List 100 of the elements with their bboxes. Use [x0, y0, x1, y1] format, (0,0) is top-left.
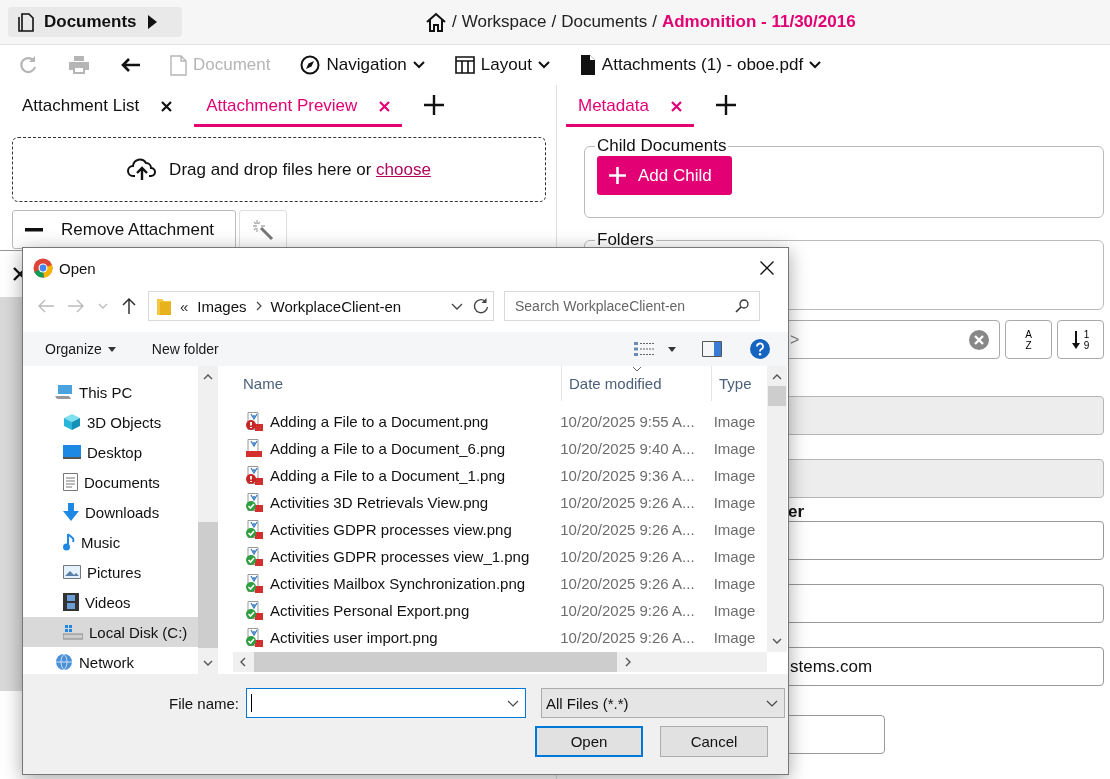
drop-zone[interactable]: Drag and drop files here or choose [12, 137, 546, 202]
scrollbar[interactable] [198, 366, 218, 674]
sort-numeric-button[interactable]: 1 9 [1057, 320, 1104, 359]
type-cell-text: Image [712, 440, 757, 457]
open-button[interactable]: Open [535, 726, 643, 757]
attachments-menu[interactable]: Attachments (1) - oboe.pdf [577, 55, 824, 75]
column-header[interactable]: Date modified [562, 366, 712, 401]
png-file-icon [245, 439, 263, 458]
tab[interactable]: Attachment List [10, 88, 185, 127]
new-folder-button[interactable]: New folder [151, 341, 219, 357]
navigation-item[interactable]: Videos [23, 587, 198, 617]
tab[interactable]: Metadata [566, 88, 694, 127]
sort-alphabetical-button[interactable]: A Z [1005, 320, 1052, 359]
scrollbar[interactable] [233, 652, 767, 672]
file-name[interactable]: Adding a File to a Document.png [233, 412, 553, 431]
clear-icon[interactable] [969, 329, 989, 350]
image-file-warning-icon [245, 466, 263, 485]
preview-pane-icon[interactable] [702, 341, 722, 357]
computer-icon [55, 384, 73, 400]
file-name[interactable]: Adding a File to a Document_1.png [233, 466, 553, 485]
organize-menu[interactable]: Organize [45, 341, 116, 357]
scrollbar-thumb[interactable] [768, 386, 786, 406]
chevron-down-icon[interactable] [451, 302, 463, 310]
refresh-icon [18, 55, 38, 75]
navigation-item[interactable]: 3D Objects [23, 407, 198, 437]
up-arrow-icon[interactable] [122, 298, 136, 314]
field-label: File name: [167, 694, 239, 712]
scrollbar-thumb[interactable] [198, 522, 218, 648]
download-arrow-icon [63, 503, 79, 521]
document-icon [579, 55, 596, 75]
file-name[interactable]: Activities user import.png [233, 628, 553, 647]
choose-link[interactable]: choose [376, 159, 431, 179]
help-icon[interactable] [750, 339, 770, 359]
magic-wand-button[interactable] [239, 210, 287, 249]
folder-icon [157, 297, 171, 315]
image-file-check-icon [245, 628, 263, 647]
navigation-item[interactable]: This PC [23, 377, 198, 407]
file-name[interactable]: Activities GDPR processes view.png [233, 520, 553, 539]
type-cell-text: Image [712, 467, 757, 484]
file-name[interactable]: Activities 3D Retrievals View.png [233, 493, 553, 512]
caret-down-icon[interactable] [668, 346, 676, 352]
navigation-item[interactable]: Documents [23, 467, 198, 497]
add-child-button[interactable]: Add Child [597, 156, 732, 195]
chevron-up-icon[interactable] [203, 374, 213, 380]
music-note-icon [63, 533, 75, 551]
chevron-down-icon[interactable] [203, 660, 213, 666]
navigation-menu[interactable]: Navigation [298, 55, 427, 75]
file-type-dropdown[interactable]: All Files (*.*) [541, 688, 785, 718]
chevron-down-icon[interactable] [507, 699, 519, 707]
scrollbar[interactable] [767, 366, 787, 652]
columns-icon [454, 56, 475, 74]
navigation-item[interactable]: Pictures [23, 557, 198, 587]
chevron-down-icon[interactable] [772, 638, 782, 644]
column-header[interactable]: Name [233, 366, 562, 401]
file-name[interactable]: Activities Personal Export.png [233, 601, 553, 620]
documents-button[interactable]: Documents [8, 7, 182, 37]
home-icon[interactable] [425, 12, 447, 32]
close-icon[interactable] [161, 100, 173, 112]
file-name[interactable]: Activities Mailbox Synchronization.png [233, 574, 553, 593]
chevron-up-icon[interactable] [772, 374, 782, 380]
navigation-item[interactable]: Desktop [23, 437, 198, 467]
date-cell-text: 10/20/2025 9:40 A... [559, 440, 696, 457]
remove-attachment-button[interactable]: Remove Attachment [12, 210, 236, 249]
navigation-item[interactable]: Network [23, 647, 198, 677]
navigation-item[interactable]: Downloads [23, 497, 198, 527]
column-header[interactable]: Type [712, 366, 767, 401]
file-name[interactable]: Activities GDPR processes view_1.png [233, 547, 553, 566]
group-title: Folders [596, 230, 655, 250]
add-tab-icon[interactable] [424, 95, 445, 115]
breadcrumb-link[interactable]: Admonition - 11/30/2016 [661, 12, 856, 32]
add-tab-icon[interactable] [715, 95, 736, 115]
field-label: er [788, 503, 805, 521]
file-name-field[interactable] [246, 688, 526, 718]
type-cell-text: Image [712, 602, 757, 619]
close-icon[interactable] [760, 261, 774, 275]
file-name[interactable]: Adding a File to a Document_6.png [233, 439, 553, 458]
document-icon [170, 54, 187, 76]
refresh-button[interactable] [469, 291, 494, 321]
chevron-right-icon[interactable] [255, 301, 262, 311]
view-list-icon[interactable] [634, 341, 654, 357]
address-bar[interactable]: « Images WorkplaceClient-en [148, 291, 470, 321]
navigation-item[interactable]: Local Disk (C:) [23, 617, 198, 647]
scrollbar-thumb[interactable] [254, 652, 617, 672]
chevron-down-icon [809, 61, 822, 69]
triangle-right-icon [146, 15, 157, 29]
chevron-left-icon[interactable] [240, 657, 246, 667]
chevron-right-icon[interactable] [625, 657, 631, 667]
chevron-down-icon [766, 699, 778, 707]
breadcrumb-link[interactable]: Documents [561, 12, 648, 32]
layout-menu[interactable]: Layout [452, 55, 552, 75]
document-icon [63, 473, 78, 491]
arrow-left-icon [120, 57, 140, 73]
breadcrumb-separator: / [652, 12, 657, 32]
image-file-check-icon [245, 601, 263, 620]
search-field[interactable]: Search WorkplaceClient-en [504, 291, 760, 321]
breadcrumb-link[interactable]: Workspace [461, 12, 547, 32]
tab[interactable]: Attachment Preview [194, 88, 403, 127]
navigation-item[interactable]: Music [23, 527, 198, 557]
cancel-button[interactable]: Cancel [660, 726, 768, 757]
search-icon [735, 299, 749, 313]
